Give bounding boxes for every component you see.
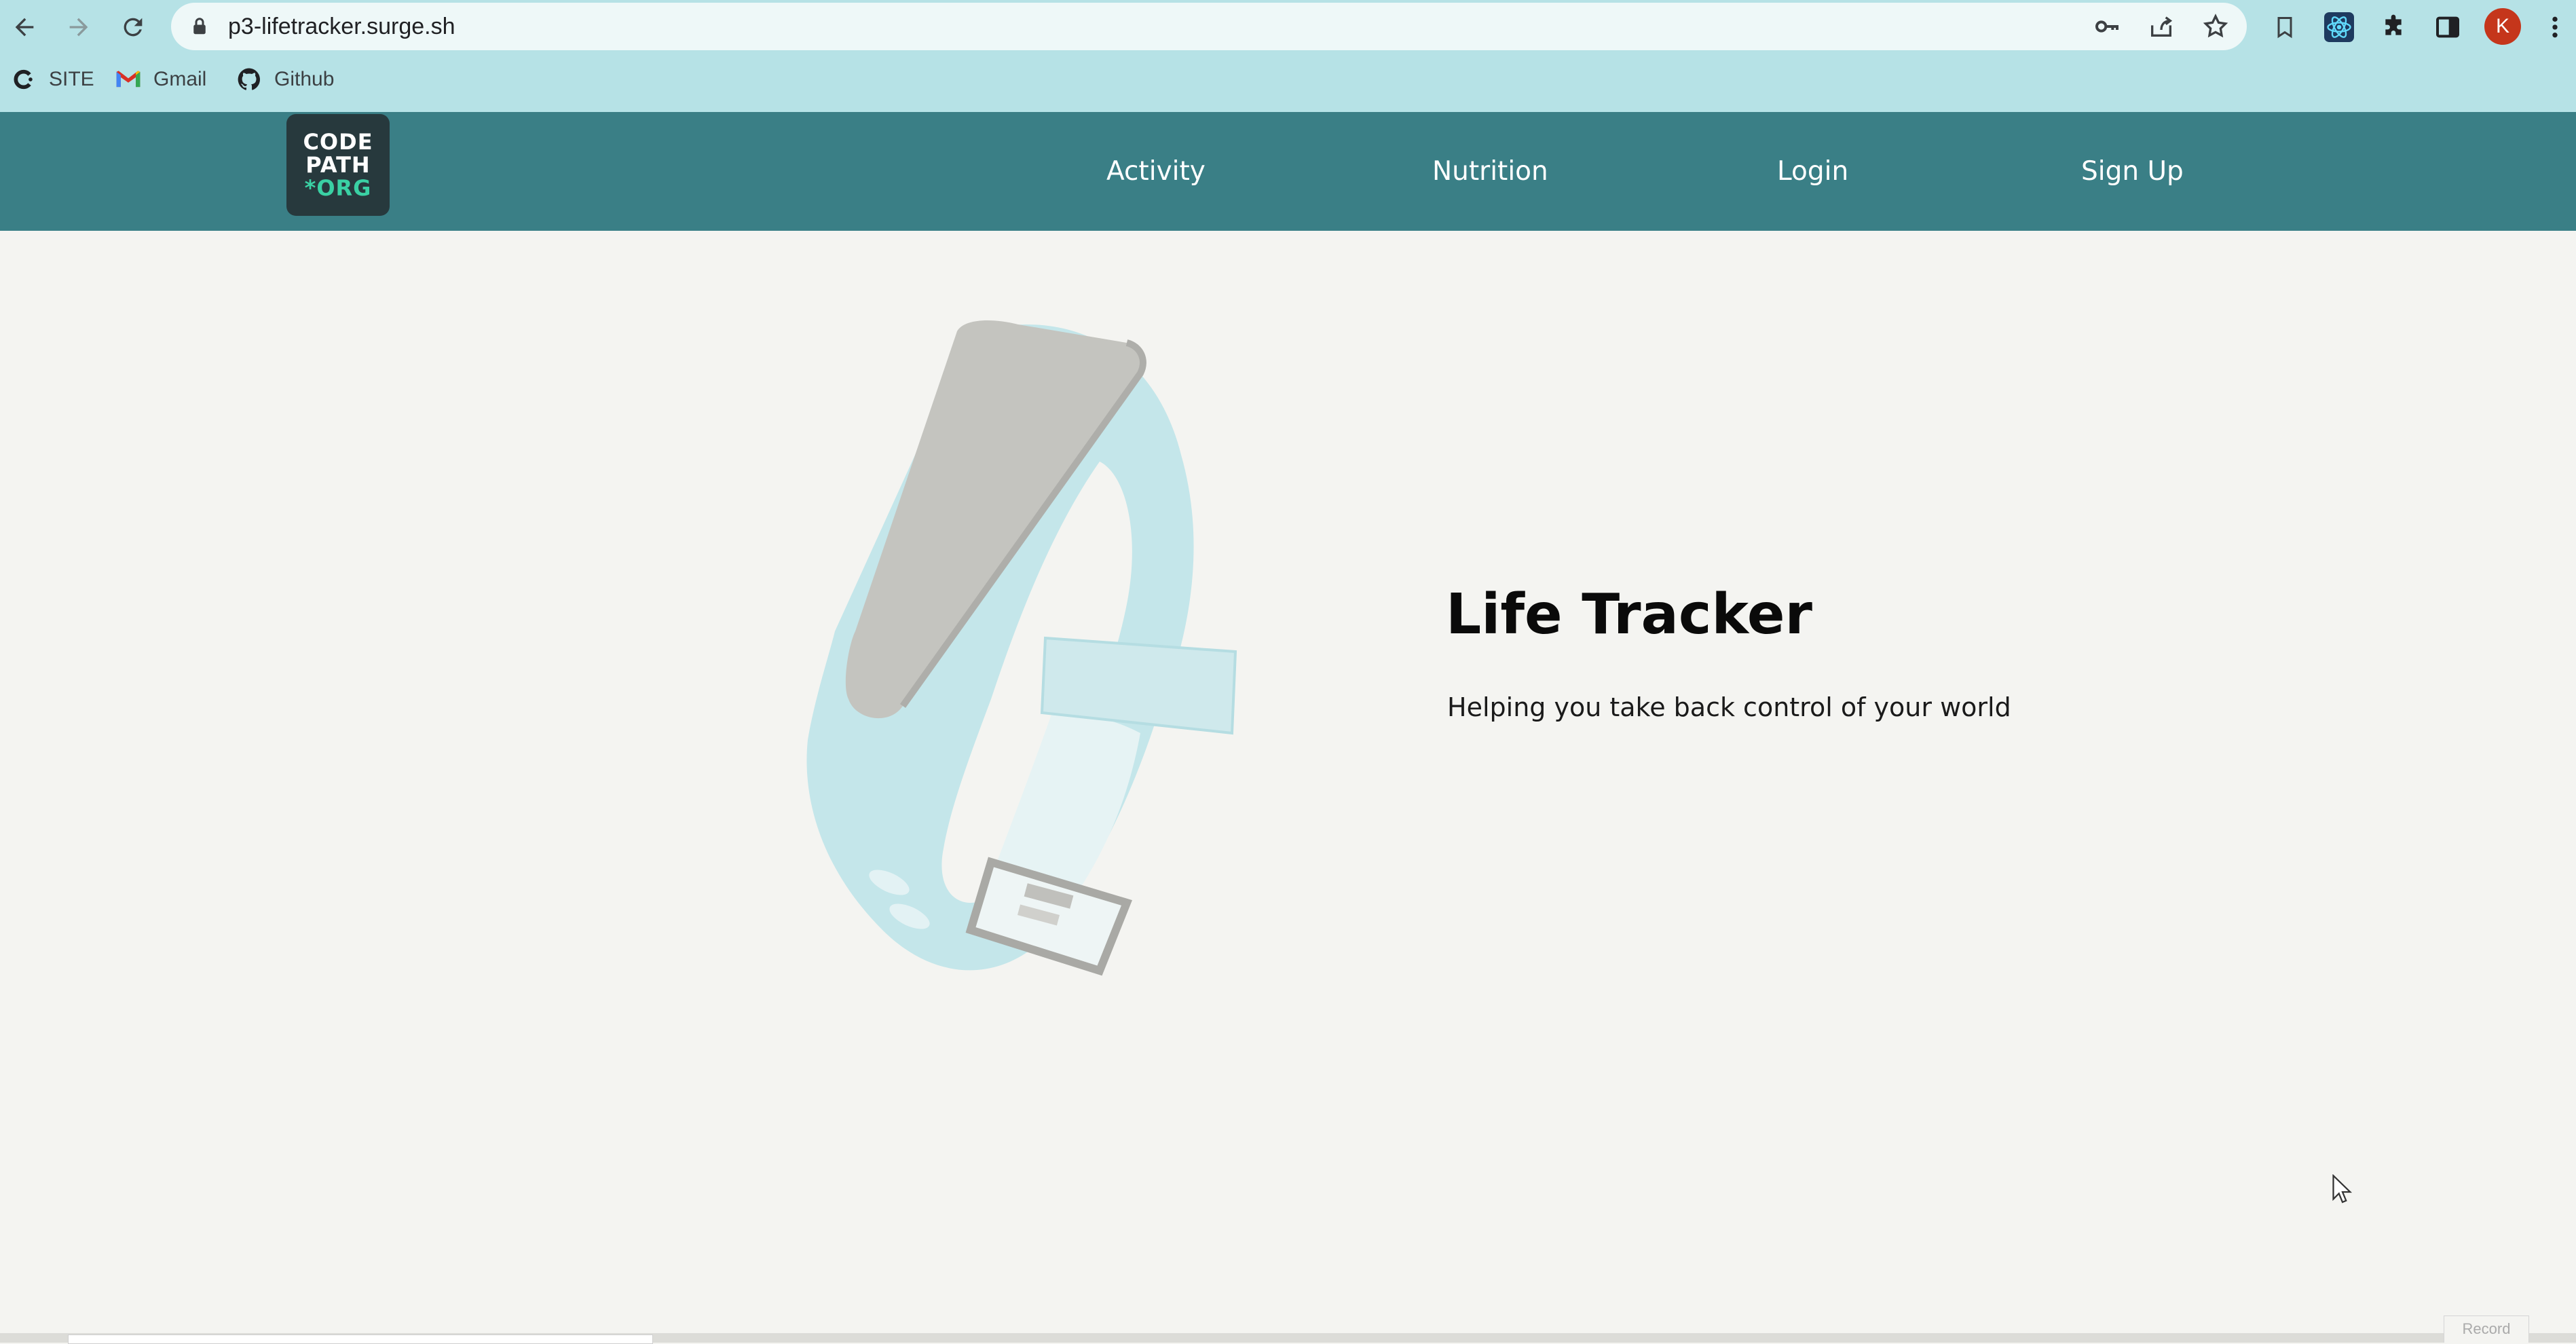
- bookmark-github[interactable]: Github: [236, 62, 334, 96]
- forward-arrow-icon: [69, 18, 88, 37]
- extensions-button[interactable]: [2373, 7, 2414, 48]
- codepath-logo[interactable]: CODE PATH *ORG: [286, 114, 390, 216]
- logo-line: PATH: [305, 152, 371, 178]
- share-icon[interactable]: [2146, 12, 2176, 41]
- reload-button[interactable]: [113, 7, 153, 48]
- star-bookmark-icon[interactable]: [2201, 12, 2230, 41]
- bookmark-icon: [2277, 17, 2292, 39]
- address-bar[interactable]: p3-lifetracker.surge.sh: [171, 3, 2247, 50]
- key-icon[interactable]: [2092, 12, 2122, 41]
- gmail-icon: [115, 67, 141, 92]
- hero-title: Life Tracker: [1446, 582, 1812, 647]
- react-icon: [2324, 12, 2354, 42]
- nav-link-login[interactable]: Login: [1777, 112, 1848, 231]
- nav-link-nutrition[interactable]: Nutrition: [1432, 112, 1548, 231]
- reading-list-button[interactable]: [2264, 7, 2305, 48]
- github-icon: [236, 67, 262, 92]
- back-button[interactable]: [4, 7, 45, 48]
- puzzle-piece-icon: [2385, 14, 2402, 35]
- side-panel-button[interactable]: [2427, 7, 2468, 48]
- hero-tagline: Helping you take back control of your wo…: [1447, 692, 2011, 722]
- lock-icon[interactable]: [185, 12, 214, 41]
- browser-menu-button[interactable]: [2535, 7, 2575, 48]
- mouse-cursor-icon: [2332, 1174, 2353, 1203]
- url-text[interactable]: p3-lifetracker.surge.sh: [228, 3, 455, 50]
- browser-chrome: p3-lifetracker.surge.sh K SITE Gmail Git…: [0, 0, 2576, 112]
- nav-link-activity[interactable]: Activity: [1106, 112, 1206, 231]
- logo-line: CODE: [303, 129, 373, 155]
- bookmark-site[interactable]: SITE: [11, 62, 94, 96]
- back-arrow-icon: [15, 18, 34, 37]
- codepath-favicon-icon: [11, 67, 37, 92]
- nav-link-sign-up[interactable]: Sign Up: [2081, 112, 2184, 231]
- bookmark-label: Gmail: [153, 68, 207, 90]
- bookmark-label: Github: [274, 68, 335, 90]
- bookmark-label: SITE: [49, 68, 94, 90]
- react-devtools-extension[interactable]: [2319, 7, 2359, 48]
- reload-icon: [124, 18, 143, 37]
- site-navbar: CODE PATH *ORG Activity Nutrition Login …: [0, 112, 2576, 231]
- forward-button[interactable]: [58, 7, 99, 48]
- bookmark-gmail[interactable]: Gmail: [115, 62, 206, 96]
- profile-avatar[interactable]: K: [2484, 8, 2521, 45]
- side-panel-icon: [2436, 16, 2459, 38]
- kebab-menu-icon: [2552, 16, 2558, 38]
- logo-line: *ORG: [304, 175, 372, 201]
- record-button[interactable]: Record: [2444, 1315, 2529, 1343]
- fitness-tracker-image: [806, 320, 1237, 976]
